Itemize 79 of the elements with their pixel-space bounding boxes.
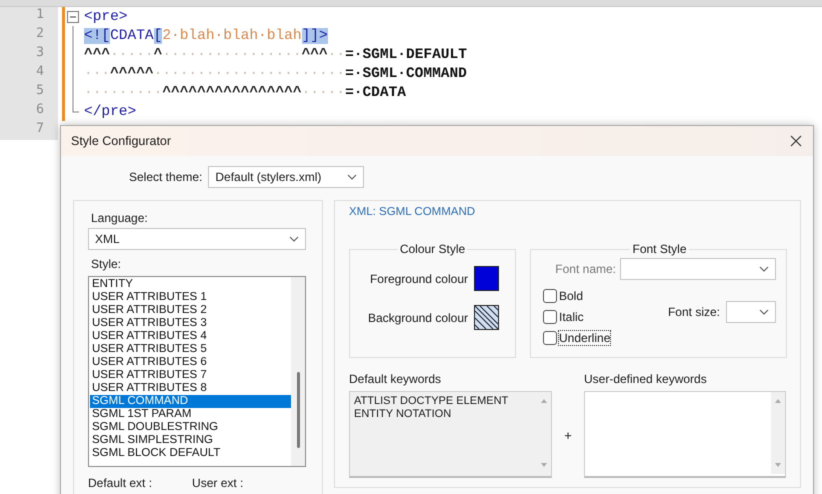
code-text: </pre>	[84, 104, 136, 120]
checkbox-label[interactable]: Italic	[559, 310, 584, 324]
code-text: ···	[84, 66, 110, 82]
code-text: ··	[328, 46, 346, 62]
code-comment: =·SGML·DEFAULT	[345, 46, 467, 62]
checkbox[interactable]	[543, 310, 557, 324]
theme-dropdown[interactable]: Default (stylers.xml)	[208, 166, 364, 188]
code-text: <![	[84, 28, 110, 44]
style-list-item[interactable]: SGML DOUBLESTRING	[90, 421, 291, 434]
code-text: ·····	[110, 46, 154, 62]
chevron-down-icon	[347, 174, 358, 180]
colour-label: Background colour	[368, 310, 468, 324]
user-ext-label: User ext :	[192, 476, 244, 490]
colour-swatch[interactable]	[474, 266, 499, 291]
line-number: 1	[0, 7, 58, 26]
style-list-item[interactable]: USER ATTRIBUTES 1	[90, 291, 291, 304]
code-text: [	[154, 28, 162, 44]
chevron-down-icon	[289, 236, 299, 242]
style-heading: XML: SGML COMMAND	[349, 206, 476, 218]
style-list-item[interactable]: SGML 1ST PARAM	[90, 408, 291, 421]
code-comment: =·CDATA	[345, 84, 406, 100]
code-text: <pre>	[84, 8, 128, 24]
line-number: 7	[0, 121, 58, 140]
user-keywords-label: User-defined keywords	[584, 372, 707, 386]
transparent-swatch[interactable]	[474, 305, 499, 330]
dialog-title: Style Configurator	[71, 134, 172, 148]
style-list-item[interactable]: SGML BLOCK DEFAULT	[90, 447, 291, 460]
code-text: 2·blah·blah·blah	[162, 28, 302, 44]
code-text: ]]>	[302, 28, 328, 44]
font-style-title: Font Style	[631, 242, 688, 256]
code-text: ^	[154, 46, 162, 62]
checkbox[interactable]	[543, 288, 557, 302]
code-text: ······················	[154, 66, 346, 82]
colour-label: Foreground colour	[370, 272, 468, 286]
checkbox[interactable]	[543, 330, 557, 344]
fold-minus-icon[interactable]	[67, 11, 79, 23]
default-keywords-label: Default keywords	[349, 372, 442, 386]
chevron-down-icon	[759, 266, 769, 272]
line-number: 3	[0, 45, 58, 64]
line-number: 5	[0, 83, 58, 102]
style-list-item[interactable]: USER ATTRIBUTES 7	[90, 369, 291, 382]
font-name-label: Font name:	[555, 262, 616, 276]
code-text: CDATA	[110, 28, 154, 44]
scrollbar-drawing[interactable]	[291, 277, 305, 466]
language-label: Language:	[90, 211, 149, 225]
style-list-item[interactable]: USER ATTRIBUTES 4	[90, 330, 291, 343]
default-ext-label: Default ext :	[88, 476, 152, 490]
code-text: ^^^^^^^^^^^^^^^^	[162, 84, 302, 100]
checkbox-label[interactable]: Underline	[559, 330, 610, 344]
style-list-item[interactable]: USER ATTRIBUTES 6	[90, 356, 291, 369]
colour-style-title: Colour Style	[398, 242, 466, 256]
code-text: ·····	[302, 84, 346, 100]
style-list-item[interactable]: USER ATTRIBUTES 5	[90, 343, 291, 356]
font-size-label: Font size:	[668, 305, 720, 319]
style-list-item[interactable]: SGML COMMAND	[90, 395, 291, 408]
style-label: Style:	[90, 257, 122, 271]
code-comment: =·SGML·COMMAND	[345, 66, 467, 82]
line-number: 2	[0, 26, 58, 45]
chevron-down-icon	[759, 309, 769, 315]
style-list-item[interactable]: USER ATTRIBUTES 8	[90, 382, 291, 395]
close-icon	[790, 135, 802, 147]
code-text: ^^^	[84, 46, 110, 62]
style-list-item[interactable]: USER ATTRIBUTES 2	[90, 304, 291, 317]
language-dropdown[interactable]: XML	[88, 228, 306, 250]
code-text: ^^^^^	[110, 66, 154, 82]
code-text: ················	[162, 46, 302, 62]
user-keywords-field[interactable]	[584, 391, 786, 478]
code-text: ^^^	[302, 46, 328, 62]
style-list-item[interactable]: ENTITY	[90, 278, 291, 291]
default-keywords-field[interactable]: ATTLIST DOCTYPE ELEMENT ENTITY NOTATION	[349, 391, 552, 478]
style-list-item[interactable]: USER ATTRIBUTES 3	[90, 317, 291, 330]
line-number: 4	[0, 64, 58, 83]
code-text: ·········	[84, 84, 162, 100]
plus-sign: +	[564, 428, 572, 442]
style-list-item[interactable]: SGML SIMPLESTRING	[90, 434, 291, 447]
scrollbar-drawing[interactable]	[771, 392, 785, 474]
checkbox-label[interactable]: Bold	[559, 288, 584, 302]
line-number: 6	[0, 102, 58, 121]
theme-label: Select theme:	[129, 170, 202, 184]
